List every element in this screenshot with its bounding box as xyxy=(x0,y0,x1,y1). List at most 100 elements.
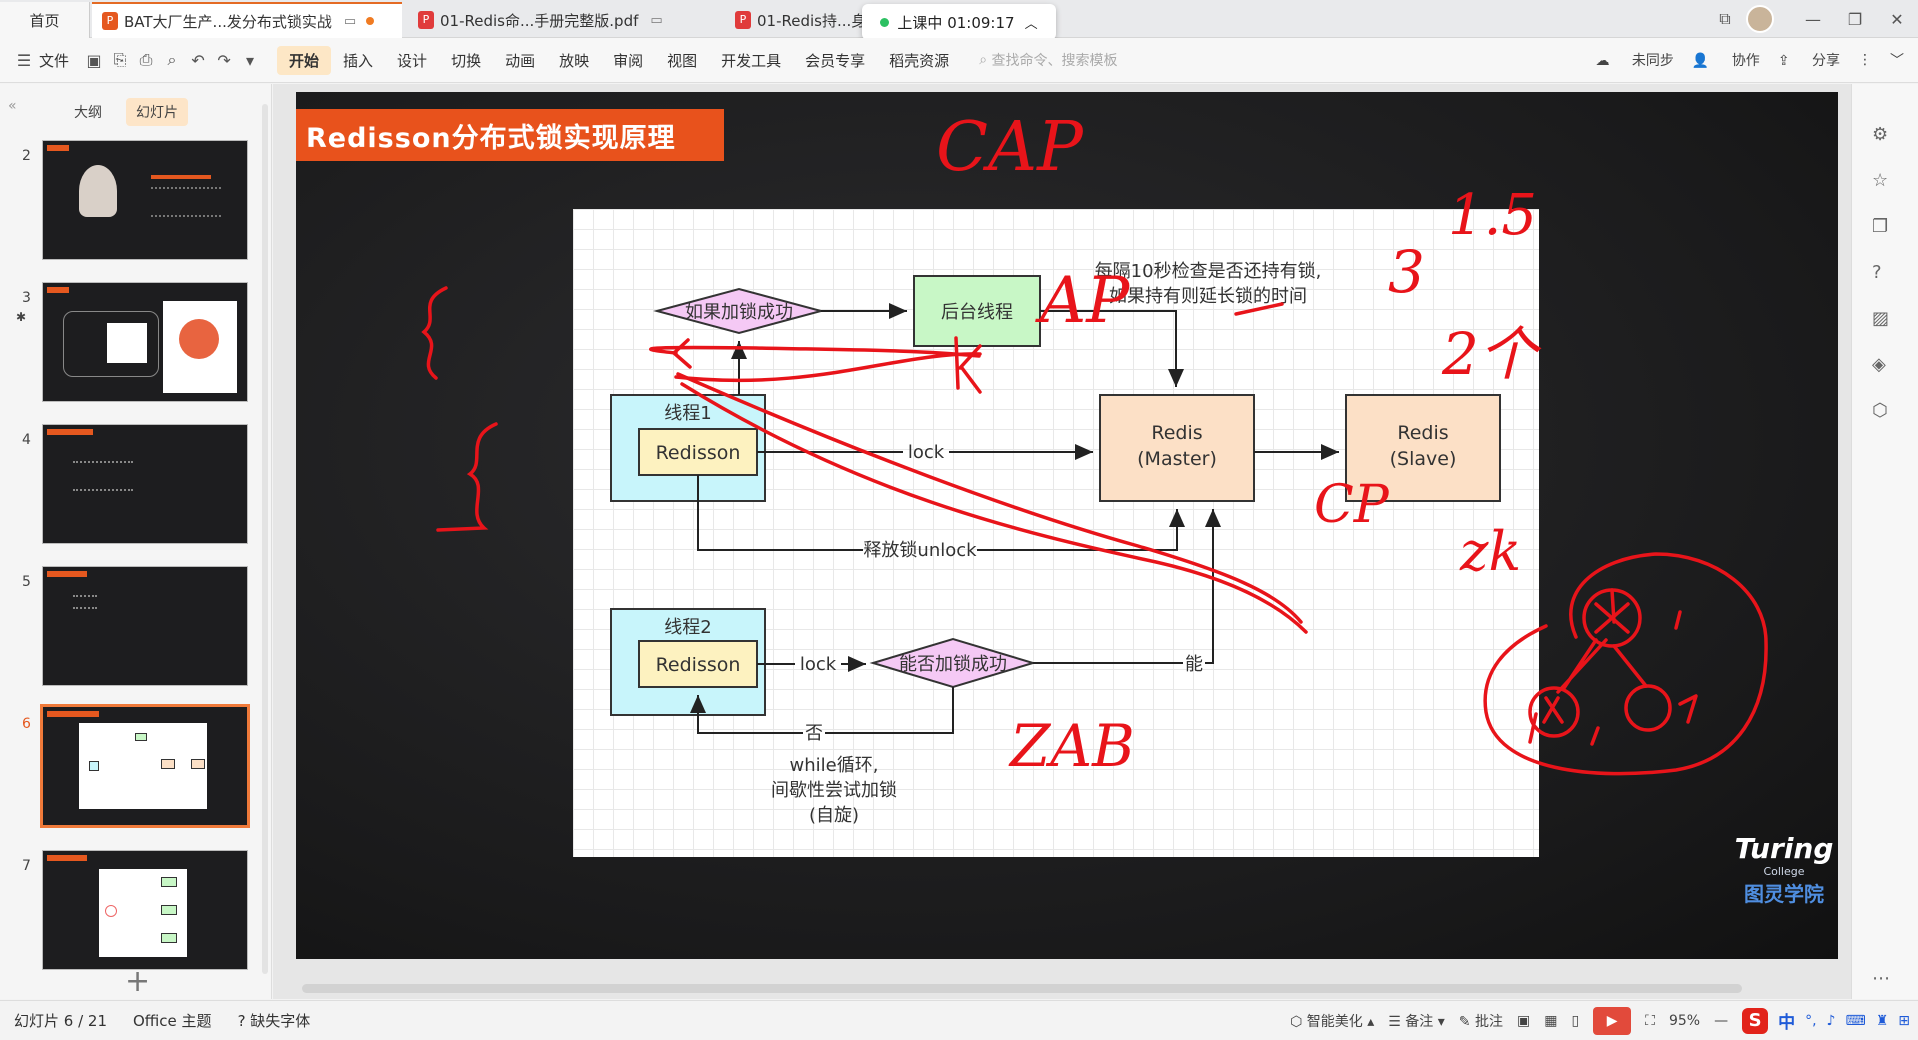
tab-pdf-doc[interactable]: P 01-Redis命...手册完整版.pdf ▭ xyxy=(408,2,718,38)
normal-view-icon[interactable]: ▣ xyxy=(1517,1013,1530,1029)
save-icon[interactable]: ▣ xyxy=(84,50,104,70)
reading-view-icon[interactable]: ▯ xyxy=(1571,1013,1579,1029)
avatar[interactable] xyxy=(1746,5,1774,33)
tab-outline[interactable]: 大纲 xyxy=(64,98,112,126)
tab-home[interactable]: 首页 xyxy=(0,2,90,38)
beautify-button[interactable]: ⬡ 智能美化 ▴ xyxy=(1290,1011,1374,1031)
slide-thumbnail[interactable] xyxy=(42,850,248,970)
ribbon-tab-review[interactable]: 审阅 xyxy=(601,50,655,71)
tab-ppt-doc[interactable]: P BAT大厂生产...发分布式锁实战 ▭ xyxy=(92,2,402,38)
slide-thumbnail-selected[interactable] xyxy=(40,704,250,828)
punctuation-icon[interactable]: °, xyxy=(1805,1013,1816,1029)
status-bar: 幻灯片 6 / 21 Office 主题 ? 缺失字体 ⬡ 智能美化 ▴ ☰ 备… xyxy=(0,1000,1918,1040)
ribbon-tab-developer[interactable]: 开发工具 xyxy=(709,50,793,71)
tab-doc1-label: BAT大厂生产...发分布式锁实战 xyxy=(124,12,332,31)
layers-icon[interactable]: ❐ xyxy=(1872,216,1888,237)
annotation-3: 3 xyxy=(1388,238,1425,306)
keyboard-icon[interactable]: ⌨ xyxy=(1845,1013,1865,1029)
ribbon-tab-design[interactable]: 设计 xyxy=(385,50,439,71)
ribbon-tab-transition[interactable]: 切换 xyxy=(439,50,493,71)
command-search[interactable]: ⌕ 查找命令、搜索模板 xyxy=(979,50,1479,70)
redo-icon[interactable]: ↷ xyxy=(214,50,234,70)
help-icon[interactable]: ? xyxy=(1872,262,1882,283)
tab-slides[interactable]: 幻灯片 xyxy=(126,98,188,126)
ribbon: ☰ 文件 ▣ ⎘ ⎙ ⌕ ↶ ↷ ▾ 开始 插入 设计 切换 动画 放映 审阅 … xyxy=(0,38,1918,83)
beautify-label: 智能美化 xyxy=(1306,1013,1363,1030)
star-icon: ✱ xyxy=(16,310,27,324)
collapse-panel-icon[interactable]: « xyxy=(8,98,17,114)
slide-number: 5 xyxy=(22,574,31,590)
pdf-file-icon: P xyxy=(418,11,434,29)
unsaved-dot-icon xyxy=(366,17,375,25)
ribbon-tab-animation[interactable]: 动画 xyxy=(493,50,547,71)
class-status-pill[interactable]: 上课中 01:09:17 ︿ xyxy=(862,4,1056,40)
settings-icon[interactable]: ⚙ xyxy=(1872,124,1888,145)
add-slide-icon[interactable]: + xyxy=(125,964,150,999)
fit-icon[interactable]: ⛶ xyxy=(1645,1013,1655,1029)
file-menu[interactable]: 文件 xyxy=(37,50,81,71)
theme-name[interactable]: Office 主题 xyxy=(133,1010,212,1031)
play-button[interactable]: ▶ xyxy=(1593,1006,1632,1035)
ribbon-tab-member[interactable]: 会员专享 xyxy=(793,50,877,71)
close-icon[interactable]: ✕ xyxy=(1876,10,1918,29)
ribbon-tab-insert[interactable]: 插入 xyxy=(331,50,385,71)
tab-doc2-label: 01-Redis命...手册完整版.pdf xyxy=(440,11,639,30)
scroll-thumb[interactable] xyxy=(302,984,1742,993)
mic-icon[interactable]: ♪ xyxy=(1827,1013,1836,1029)
slide-thumbnail[interactable] xyxy=(42,140,248,260)
image-icon[interactable]: ▨ xyxy=(1872,308,1889,329)
horizontal-scrollbar[interactable] xyxy=(290,982,1840,994)
missing-font[interactable]: ? 缺失字体 xyxy=(238,1010,311,1031)
notes-button[interactable]: ☰ 备注 ▾ xyxy=(1388,1011,1445,1031)
grid-view-icon[interactable]: ▦ xyxy=(1544,1013,1557,1029)
chevron-down-icon[interactable]: ﹀ xyxy=(1890,50,1904,70)
slide-thumbnail[interactable] xyxy=(42,566,248,686)
ime-mode[interactable]: 中 xyxy=(1778,1008,1795,1033)
tab-doc3-label: 01-Redis持...身 xyxy=(757,11,867,30)
logo-text-en: Turing xyxy=(1734,832,1834,865)
export-icon[interactable]: ⎘ xyxy=(110,50,130,70)
logo-text-college: College xyxy=(1763,865,1805,878)
ribbon-tab-view[interactable]: 视图 xyxy=(655,50,709,71)
preview-icon[interactable]: ⌕ xyxy=(162,50,182,70)
sogou-icon[interactable]: S xyxy=(1742,1007,1769,1034)
undo-icon[interactable]: ↶ xyxy=(188,50,208,70)
sync-button[interactable]: ☁ 未同步 xyxy=(1595,50,1673,70)
right-toolbar: ⚙ ☆ ❐ ? ▨ ◈ ⬡ ⋯ xyxy=(1851,84,1918,999)
slide-thumbnail[interactable] xyxy=(42,282,248,402)
print-icon[interactable]: ⎙ xyxy=(136,50,156,70)
panel-scrollbar[interactable] xyxy=(262,104,268,974)
more-icon[interactable]: ⋯ xyxy=(1872,968,1890,989)
layout-icon[interactable]: ⧉ xyxy=(1704,9,1746,29)
tab-bar: 首页 P BAT大厂生产...发分布式锁实战 ▭ P 01-Redis命...手… xyxy=(0,0,1918,40)
slide-panel: « 大纲 幻灯片 2 3 ✱ 4 5 6 7 + xyxy=(0,84,272,999)
slide-thumbnail[interactable] xyxy=(42,424,248,544)
menu-icon[interactable]: ☰ xyxy=(14,50,34,70)
ribbon-tab-slideshow[interactable]: 放映 xyxy=(547,50,601,71)
slide[interactable]: Redisson分布式锁实现原理 如果加锁成功 后台线程 每隔10秒检查是否还持… xyxy=(296,92,1838,959)
annotation-cp: CP xyxy=(1314,475,1390,535)
minimize-icon[interactable]: — xyxy=(1792,10,1834,29)
skin-icon[interactable]: ♜ xyxy=(1876,1013,1889,1029)
collab-label: 协作 xyxy=(1731,53,1760,69)
pdf-file-icon: P xyxy=(735,11,751,29)
share-button[interactable]: ⇪ 分享 xyxy=(1778,50,1840,70)
ribbon-tab-resources[interactable]: 稻壳资源 xyxy=(877,50,961,71)
zoom-level[interactable]: 95% xyxy=(1669,1013,1700,1029)
more-icon[interactable]: ⋮ xyxy=(1858,52,1872,68)
dropdown-icon[interactable]: ▾ xyxy=(240,50,260,70)
compass-icon[interactable]: ◈ xyxy=(1872,354,1886,375)
comments-button[interactable]: ✎ 批注 xyxy=(1459,1011,1503,1031)
ribbon-tab-start[interactable]: 开始 xyxy=(277,45,332,75)
monitor-icon: ▭ xyxy=(650,12,663,28)
restore-icon[interactable]: ❐ xyxy=(1834,10,1876,29)
collab-button[interactable]: 👤 协作 xyxy=(1692,50,1760,70)
tab-home-label: 首页 xyxy=(29,11,60,30)
zoom-out-icon[interactable]: — xyxy=(1714,1013,1728,1029)
annotation-2: 2个 xyxy=(1441,320,1542,388)
star-icon[interactable]: ☆ xyxy=(1872,170,1888,191)
cube-icon[interactable]: ⬡ xyxy=(1872,400,1888,421)
annotation-ap: AP xyxy=(1035,264,1130,338)
tab-pdf-doc-2[interactable]: P 01-Redis持...身 xyxy=(725,2,875,38)
apps-icon[interactable]: ⊞ xyxy=(1898,1013,1910,1029)
